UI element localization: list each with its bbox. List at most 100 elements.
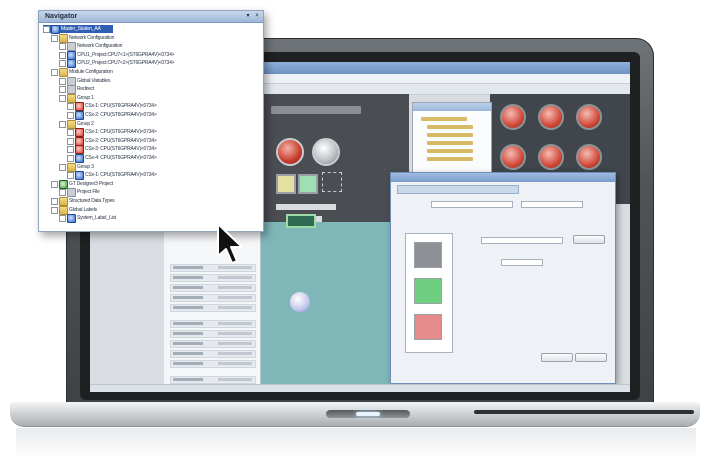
- property-row[interactable]: [170, 360, 256, 368]
- expand-toggle-icon[interactable]: [67, 137, 74, 145]
- navigator-tree-item[interactable]: Group 1: [59, 93, 239, 103]
- image-item[interactable]: [414, 314, 442, 340]
- expand-toggle-icon[interactable]: [59, 189, 66, 197]
- dialog-button[interactable]: [541, 353, 573, 362]
- tree-item-label: CPU2_Project:CPU7<2>(ST6GPRA4V)<0734>: [77, 60, 175, 67]
- red-pushbutton-object[interactable]: [276, 138, 304, 166]
- tree-item[interactable]: [427, 157, 473, 161]
- expand-toggle-icon[interactable]: [59, 215, 66, 223]
- tree-item-label: CSx-1: CPU(ST6GPRA4V)<0734>: [85, 103, 157, 110]
- mouse-pointer-icon: [217, 223, 243, 264]
- navigator-tree-item[interactable]: Redirect: [59, 85, 239, 95]
- tree-item[interactable]: [427, 125, 473, 129]
- navigator-tree-item[interactable]: CSx-1: CPU(ST6GPRA4V)<0734>: [67, 102, 239, 112]
- grey-pushbutton-object[interactable]: [312, 138, 340, 166]
- navigator-tree-item[interactable]: Group 2: [59, 119, 239, 129]
- tree-item[interactable]: [427, 133, 473, 137]
- expand-toggle-icon[interactable]: [51, 206, 58, 214]
- library-item[interactable]: [500, 144, 526, 170]
- selection-box[interactable]: [322, 172, 342, 192]
- expand-toggle-icon[interactable]: [59, 77, 66, 85]
- dialog-field[interactable]: [521, 201, 583, 208]
- expand-toggle-icon[interactable]: [59, 86, 66, 94]
- expand-toggle-icon[interactable]: [59, 94, 66, 102]
- property-row[interactable]: [170, 320, 256, 328]
- expand-toggle-icon[interactable]: [51, 180, 58, 188]
- expand-toggle-icon[interactable]: [51, 69, 58, 76]
- tree-item-label: Module Configuration: [69, 69, 113, 75]
- expand-toggle-icon[interactable]: [67, 112, 74, 119]
- dialog-button[interactable]: [573, 235, 605, 244]
- navigator-tree-item[interactable]: Network Configuration: [51, 33, 239, 43]
- expand-toggle-icon[interactable]: [59, 60, 66, 68]
- tree-item-label: CSx-4: CPU(ST6GPRA4V)<0734>: [85, 155, 157, 161]
- tree-item-label: Network Configuration: [69, 34, 115, 41]
- project-tree-header: [413, 103, 491, 111]
- navigator-tree-item[interactable]: Global Variables: [59, 76, 239, 86]
- yellow-lamp-object[interactable]: [276, 174, 296, 194]
- blue-node-icon: [67, 214, 76, 224]
- tree-item[interactable]: [427, 141, 473, 145]
- navigator-tree-item[interactable]: Structured Data Types: [51, 197, 239, 206]
- property-row[interactable]: [170, 294, 256, 302]
- temperature-display-object[interactable]: [286, 214, 316, 228]
- navigator-tree-item[interactable]: Group 3: [59, 162, 239, 172]
- expand-toggle-icon[interactable]: [59, 163, 66, 171]
- library-item[interactable]: [500, 104, 526, 130]
- property-row[interactable]: [170, 350, 256, 358]
- library-item[interactable]: [538, 144, 564, 170]
- navigator-tree-item[interactable]: CSx-3: CPU(ST6GPRA4V)<0734>: [67, 145, 239, 155]
- library-item[interactable]: [576, 144, 602, 170]
- expand-toggle-icon[interactable]: [51, 34, 58, 42]
- expand-toggle-icon[interactable]: [67, 172, 74, 180]
- tree-item-label: Network Configuration: [77, 43, 123, 50]
- expand-toggle-icon[interactable]: [67, 103, 74, 111]
- image-item[interactable]: [414, 242, 442, 268]
- expand-toggle-icon[interactable]: [67, 129, 74, 137]
- navigator-tree-item[interactable]: System_Label_List: [59, 214, 239, 224]
- property-row[interactable]: [170, 274, 256, 282]
- property-row[interactable]: [170, 284, 256, 292]
- green-lamp-object[interactable]: [298, 174, 318, 194]
- round-button-object[interactable]: [290, 292, 310, 312]
- navigator-tree-item[interactable]: Module Configuration: [51, 68, 239, 77]
- dialog-field[interactable]: [501, 259, 543, 266]
- close-icon[interactable]: ×: [254, 13, 260, 19]
- expand-toggle-icon[interactable]: [51, 198, 58, 205]
- navigator-tree-item[interactable]: GT Designer3 Project: [51, 179, 239, 189]
- expand-toggle-icon[interactable]: [59, 51, 66, 59]
- navigator-tree-item[interactable]: CPU1_Project:CPU7<1>(ST6GPRA4V)<0734>: [59, 50, 239, 60]
- power-indicator: [356, 412, 380, 416]
- tree-item[interactable]: [427, 149, 473, 153]
- navigator-tree-item[interactable]: CSx-2: CPU(ST6GPRA4V)<0734>: [67, 136, 239, 146]
- pin-icon[interactable]: ▾: [245, 13, 251, 19]
- expand-toggle-icon[interactable]: [59, 120, 66, 128]
- property-row[interactable]: [170, 330, 256, 338]
- navigator-tree-item[interactable]: CSx-4: CPU(ST6GPRA4V)<0734>: [67, 154, 239, 163]
- library-item[interactable]: [538, 104, 564, 130]
- tree-item[interactable]: [421, 117, 467, 121]
- expand-toggle-icon[interactable]: [67, 155, 74, 162]
- navigator-tree-item[interactable]: CPU2_Project:CPU7<2>(ST6GPRA4V)<0734>: [59, 59, 239, 69]
- property-row[interactable]: [170, 376, 256, 384]
- expand-toggle-icon[interactable]: [43, 26, 50, 33]
- image-item[interactable]: [414, 278, 442, 304]
- library-item[interactable]: [576, 104, 602, 130]
- navigator-tree-item[interactable]: CSx-2: CPU(ST6GPRA4V)<0734>: [67, 111, 239, 120]
- navigator-tree-item[interactable]: CSx-1: CPU(ST6GPRA4V)<0734>: [67, 128, 239, 138]
- dialog-tabs[interactable]: [397, 185, 519, 194]
- expand-toggle-icon[interactable]: [67, 146, 74, 154]
- property-row[interactable]: [170, 304, 256, 312]
- expand-toggle-icon[interactable]: [59, 43, 66, 51]
- navigator-tree-item[interactable]: Global Labels: [51, 205, 239, 215]
- dialog-button[interactable]: [575, 353, 607, 362]
- navigator-tree-item[interactable]: Network Configuration: [59, 42, 239, 52]
- dialog-field[interactable]: [481, 237, 563, 244]
- screen-canvas-lower[interactable]: [261, 222, 409, 392]
- dialog-image-list[interactable]: [405, 233, 453, 353]
- navigator-tree-item[interactable]: CSx-1: CPU(ST6GPRA4V)<0734>: [67, 171, 239, 181]
- navigator-tree-item[interactable]: Master_Station_AA: [43, 25, 113, 34]
- navigator-tree-item[interactable]: Project File: [59, 188, 239, 198]
- dialog-field[interactable]: [431, 201, 513, 208]
- property-row[interactable]: [170, 340, 256, 348]
